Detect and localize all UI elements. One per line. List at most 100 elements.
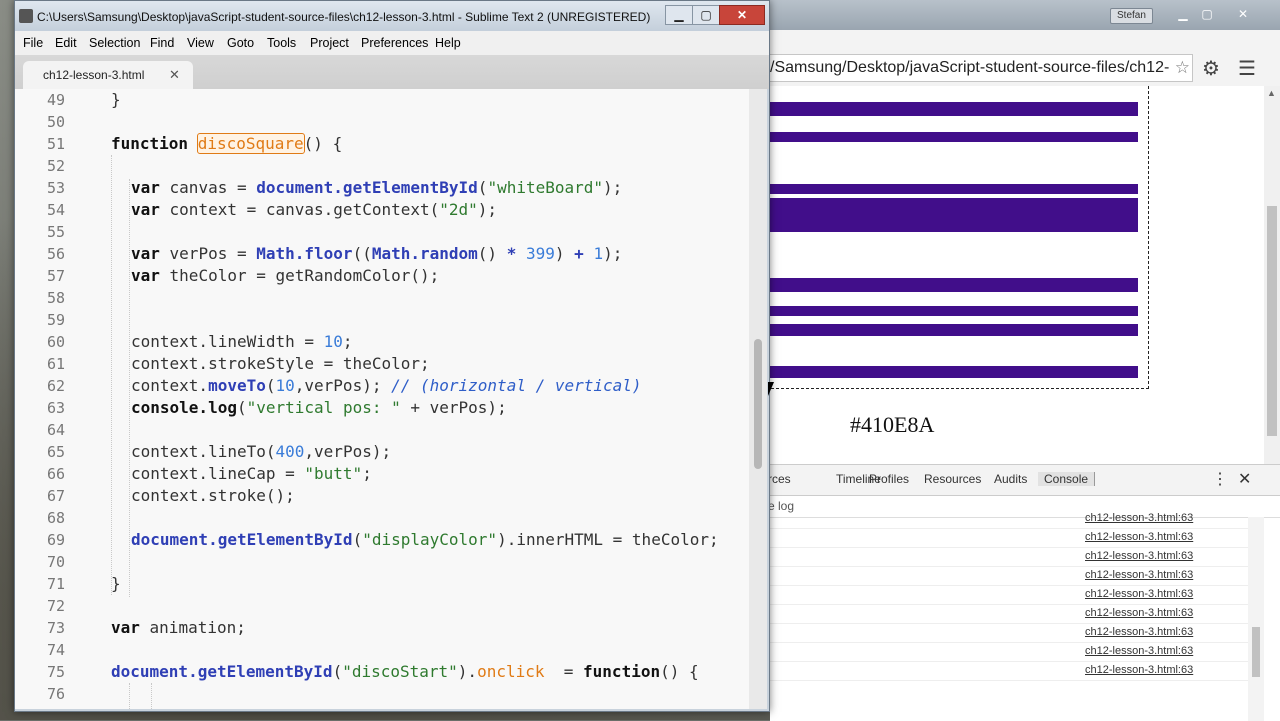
minimize-icon[interactable]: ▁: [1172, 6, 1194, 22]
address-bar[interactable]: /Samsung/Desktop/javaScript-student-sour…: [770, 54, 1193, 82]
code-line-69: document.getElementById("displayColor").…: [131, 530, 719, 549]
sublime-titlebar: C:\Users\Samsung\Desktop\javaScript-stud…: [15, 1, 769, 31]
display-color-text: #410E8A: [850, 412, 935, 437]
devtab-resources[interactable]: Resources: [924, 472, 981, 486]
line-number: 50: [46, 113, 65, 131]
code-line-49: }: [111, 90, 121, 109]
code-line-62: context.moveTo(10,verPos); // (horizonta…: [131, 376, 642, 395]
log-source-link[interactable]: ch12-lesson-3.html:63: [1085, 588, 1193, 600]
menu-preferences[interactable]: Preferences: [361, 36, 428, 50]
page-scroll-thumb[interactable]: [1267, 206, 1277, 436]
scroll-up-icon[interactable]: ▲: [1267, 88, 1276, 98]
line-number: 67: [46, 487, 65, 505]
menu-find[interactable]: Find: [150, 36, 174, 50]
tab-strip: ch12-lesson-3.html ✕: [15, 55, 769, 89]
code-line-66: context.lineCap = "butt";: [131, 464, 372, 483]
code-line-65: context.lineTo(400,verPos);: [131, 442, 392, 461]
log-source-link[interactable]: ch12-lesson-3.html:63: [1085, 550, 1193, 562]
log-source-link[interactable]: ch12-lesson-3.html:63: [1085, 512, 1193, 524]
line-number: 75: [46, 663, 65, 681]
canvas-stripe: [770, 132, 1138, 142]
line-number: 54: [46, 201, 65, 219]
mouse-cursor-icon: [768, 382, 774, 396]
tab-close-icon[interactable]: ✕: [169, 67, 180, 83]
console-scroll-thumb[interactable]: [1252, 627, 1260, 677]
log-source-link[interactable]: ch12-lesson-3.html:63: [1085, 569, 1193, 581]
line-number: 58: [46, 289, 65, 307]
menu-project[interactable]: Project: [310, 36, 349, 50]
line-number: 63: [46, 399, 65, 417]
code-line-54: var context = canvas.getContext("2d");: [131, 200, 498, 219]
whiteboard-canvas[interactable]: [770, 86, 1149, 389]
line-number: 57: [46, 267, 65, 285]
editor-scrollbar[interactable]: [749, 89, 767, 709]
canvas-stripe: [770, 184, 1138, 194]
devtab-profiles[interactable]: Profiles: [869, 472, 909, 486]
log-source-link[interactable]: ch12-lesson-3.html:63: [1085, 607, 1193, 619]
console-log-entry: ch12-lesson-3.html:63: [770, 528, 1248, 548]
url-text: /Samsung/Desktop/javaScript-student-sour…: [770, 59, 1170, 76]
menu-help[interactable]: Help: [435, 36, 461, 50]
code-line-51: function discoSquare() {: [111, 133, 343, 154]
line-number: 66: [46, 465, 65, 483]
console-log-entry: ch12-lesson-3.html:63: [770, 642, 1248, 662]
line-number: 56: [46, 245, 65, 263]
code-line-61: context.strokeStyle = theColor;: [131, 354, 430, 373]
page-scrollbar[interactable]: ▲: [1264, 86, 1280, 464]
close-button[interactable]: ✕: [719, 5, 765, 25]
line-number: 70: [46, 553, 65, 571]
indent-guide: [129, 179, 130, 597]
devtab-audits[interactable]: Audits: [994, 472, 1027, 486]
line-number: 71: [46, 575, 65, 593]
log-source-link[interactable]: ch12-lesson-3.html:63: [1085, 664, 1193, 676]
more-options-icon[interactable]: ⋮: [1212, 469, 1228, 489]
code-editor[interactable]: 49 50 51 52 53 54 55 56 57 58 59 60 61 62 63 64 65 66 67 68…: [15, 89, 749, 709]
indent-guide: [111, 155, 112, 595]
devtab-sources[interactable]: rces: [768, 472, 791, 486]
code-line-63: console.log("vertical pos: " + verPos);: [131, 398, 507, 417]
close-icon[interactable]: ✕: [1232, 6, 1254, 22]
hamburger-menu-icon[interactable]: ☰: [1238, 56, 1256, 81]
code-line-75: document.getElementById("discoStart").on…: [111, 662, 699, 681]
line-number: 53: [46, 179, 65, 197]
user-badge[interactable]: Stefan: [1110, 8, 1153, 24]
code-line-53: var canvas = document.getElementById("wh…: [131, 178, 623, 197]
file-tab[interactable]: ch12-lesson-3.html ✕: [23, 61, 193, 89]
console-scrollbar[interactable]: [1248, 517, 1264, 721]
log-source-link[interactable]: ch12-lesson-3.html:63: [1085, 626, 1193, 638]
canvas-stripe: [770, 306, 1138, 316]
devtools-tabbar: rces Timeline Profiles Resources Audits …: [768, 465, 1280, 496]
menu-view[interactable]: View: [187, 36, 214, 50]
console-log-entry: ch12-lesson-3.html:63: [770, 604, 1248, 624]
log-source-link[interactable]: ch12-lesson-3.html:63: [1085, 531, 1193, 543]
devtab-console[interactable]: Console: [1038, 472, 1096, 486]
gear-icon[interactable]: ⚙: [1202, 56, 1220, 81]
maximize-icon[interactable]: ▢: [1196, 6, 1218, 22]
browser-window: Stefan ▁ ▢ ✕ /Samsung/Desktop/javaScript…: [768, 0, 1280, 721]
canvas-stripe: [770, 278, 1138, 292]
line-number: 68: [46, 509, 65, 527]
file-tab-label: ch12-lesson-3.html: [43, 68, 145, 82]
menu-tools[interactable]: Tools: [267, 36, 296, 50]
line-number: 74: [46, 641, 65, 659]
menu-bar: File Edit Selection Find View Goto Tools…: [15, 31, 769, 56]
indent-guide: [151, 683, 152, 709]
devtools-panel: rces Timeline Profiles Resources Audits …: [768, 464, 1280, 721]
minimize-button[interactable]: ▁: [665, 5, 693, 25]
code-line-73: var animation;: [111, 618, 246, 637]
devtools-close-icon[interactable]: ✕: [1238, 469, 1251, 489]
line-number: 61: [46, 355, 65, 373]
menu-file[interactable]: File: [23, 36, 43, 50]
menu-edit[interactable]: Edit: [55, 36, 77, 50]
menu-selection[interactable]: Selection: [89, 36, 140, 50]
maximize-button[interactable]: ▢: [692, 5, 720, 25]
log-source-link[interactable]: ch12-lesson-3.html:63: [1085, 645, 1193, 657]
editor-scroll-thumb[interactable]: [754, 339, 762, 469]
highlighted-function-name: discoSquare: [196, 133, 305, 154]
canvas-stripe: [770, 366, 1138, 378]
bookmark-star-icon[interactable]: ☆: [1175, 55, 1190, 81]
menu-goto[interactable]: Goto: [227, 36, 254, 50]
canvas-stripe: [770, 198, 1138, 232]
window-title: C:\Users\Samsung\Desktop\javaScript-stud…: [37, 10, 651, 24]
console-log-entry: ch12-lesson-3.html:63: [770, 566, 1248, 586]
